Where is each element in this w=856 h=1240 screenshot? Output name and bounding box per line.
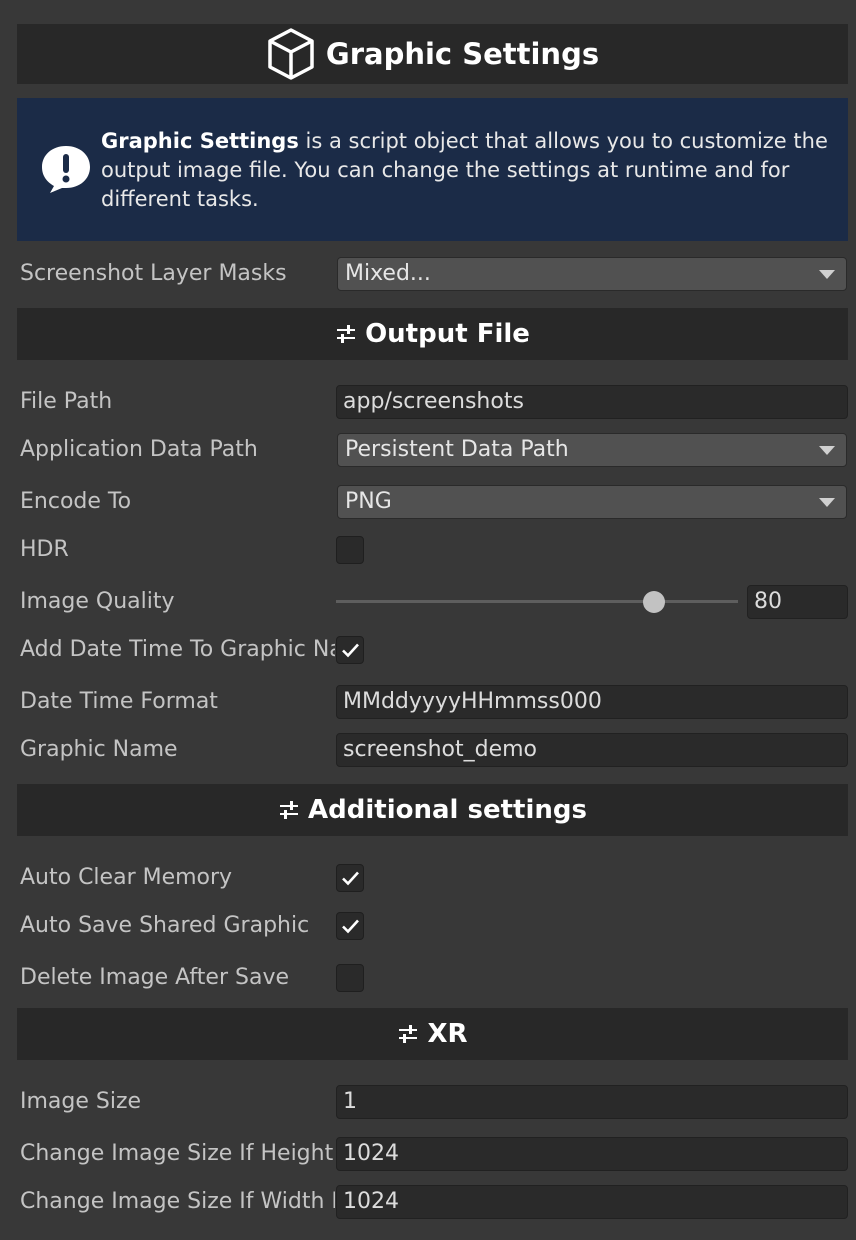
hdr-checkbox[interactable] <box>336 536 364 564</box>
chevron-down-icon <box>819 270 835 279</box>
encode-to-value: PNG <box>345 489 392 514</box>
info-text: Graphic Settings is a script object that… <box>101 127 836 214</box>
cube-icon <box>268 28 314 80</box>
file-path-input[interactable]: app/screenshots <box>336 385 848 419</box>
auto-save-shared-checkbox[interactable] <box>336 912 364 940</box>
additional-settings-title: Additional settings <box>308 795 587 825</box>
layer-masks-label: Screenshot Layer Masks <box>20 261 287 286</box>
inspector-title-bar: Graphic Settings <box>17 24 848 84</box>
additional-settings-section-header[interactable]: Additional settings <box>17 784 848 836</box>
change-if-width-input[interactable]: 1024 <box>336 1185 848 1219</box>
output-file-title: Output File <box>365 319 530 349</box>
output-file-section-header[interactable]: Output File <box>17 308 848 360</box>
checkmark-icon <box>342 643 359 658</box>
checkmark-icon <box>342 919 359 934</box>
image-size-label: Image Size <box>20 1089 142 1114</box>
change-if-height-input[interactable]: 1024 <box>336 1137 848 1171</box>
file-path-label: File Path <box>20 389 113 414</box>
image-quality-input[interactable]: 80 <box>747 585 848 619</box>
delete-after-save-label: Delete Image After Save <box>20 965 289 990</box>
add-date-time-checkbox[interactable] <box>336 636 364 664</box>
add-date-time-label: Add Date Time To Graphic Name <box>20 637 335 662</box>
graphic-name-label: Graphic Name <box>20 737 178 762</box>
date-time-format-label: Date Time Format <box>20 689 218 714</box>
checkmark-icon <box>342 871 359 886</box>
chevron-down-icon <box>819 446 835 455</box>
encode-to-label: Encode To <box>20 489 132 514</box>
app-data-path-label: Application Data Path <box>20 437 258 462</box>
graphic-name-input[interactable]: screenshot_demo <box>336 733 848 767</box>
layer-masks-dropdown[interactable]: Mixed... <box>337 257 847 291</box>
image-quality-label: Image Quality <box>20 589 175 614</box>
sliders-icon <box>337 325 356 343</box>
xr-section-header[interactable]: XR <box>17 1008 848 1060</box>
auto-save-shared-label: Auto Save Shared Graphic <box>20 913 310 938</box>
chevron-down-icon <box>819 498 835 507</box>
delete-after-save-checkbox[interactable] <box>336 964 364 992</box>
hdr-label: HDR <box>20 537 69 562</box>
info-bold-text: Graphic Settings <box>101 129 299 153</box>
change-if-height-label: Change Image Size If Height Is Greater T… <box>20 1141 335 1166</box>
sliders-icon <box>399 1025 418 1043</box>
date-time-format-input[interactable]: MMddyyyyHHmmss000 <box>336 685 848 719</box>
xr-title: XR <box>427 1019 468 1049</box>
change-if-width-label: Change Image Size If Width Is Greater Th… <box>20 1189 335 1214</box>
app-data-path-dropdown[interactable]: Persistent Data Path <box>337 433 847 467</box>
auto-clear-memory-label: Auto Clear Memory <box>20 865 233 890</box>
auto-clear-memory-checkbox[interactable] <box>336 864 364 892</box>
app-data-path-value: Persistent Data Path <box>345 437 569 462</box>
image-quality-slider-thumb[interactable] <box>642 591 665 613</box>
layer-masks-value: Mixed... <box>345 261 431 286</box>
sliders-icon <box>280 801 299 819</box>
inspector-title: Graphic Settings <box>325 37 600 71</box>
encode-to-dropdown[interactable]: PNG <box>337 485 847 519</box>
image-quality-slider-track[interactable] <box>336 600 738 603</box>
image-size-input[interactable]: 1 <box>336 1085 848 1119</box>
warning-bubble-icon <box>42 146 90 193</box>
